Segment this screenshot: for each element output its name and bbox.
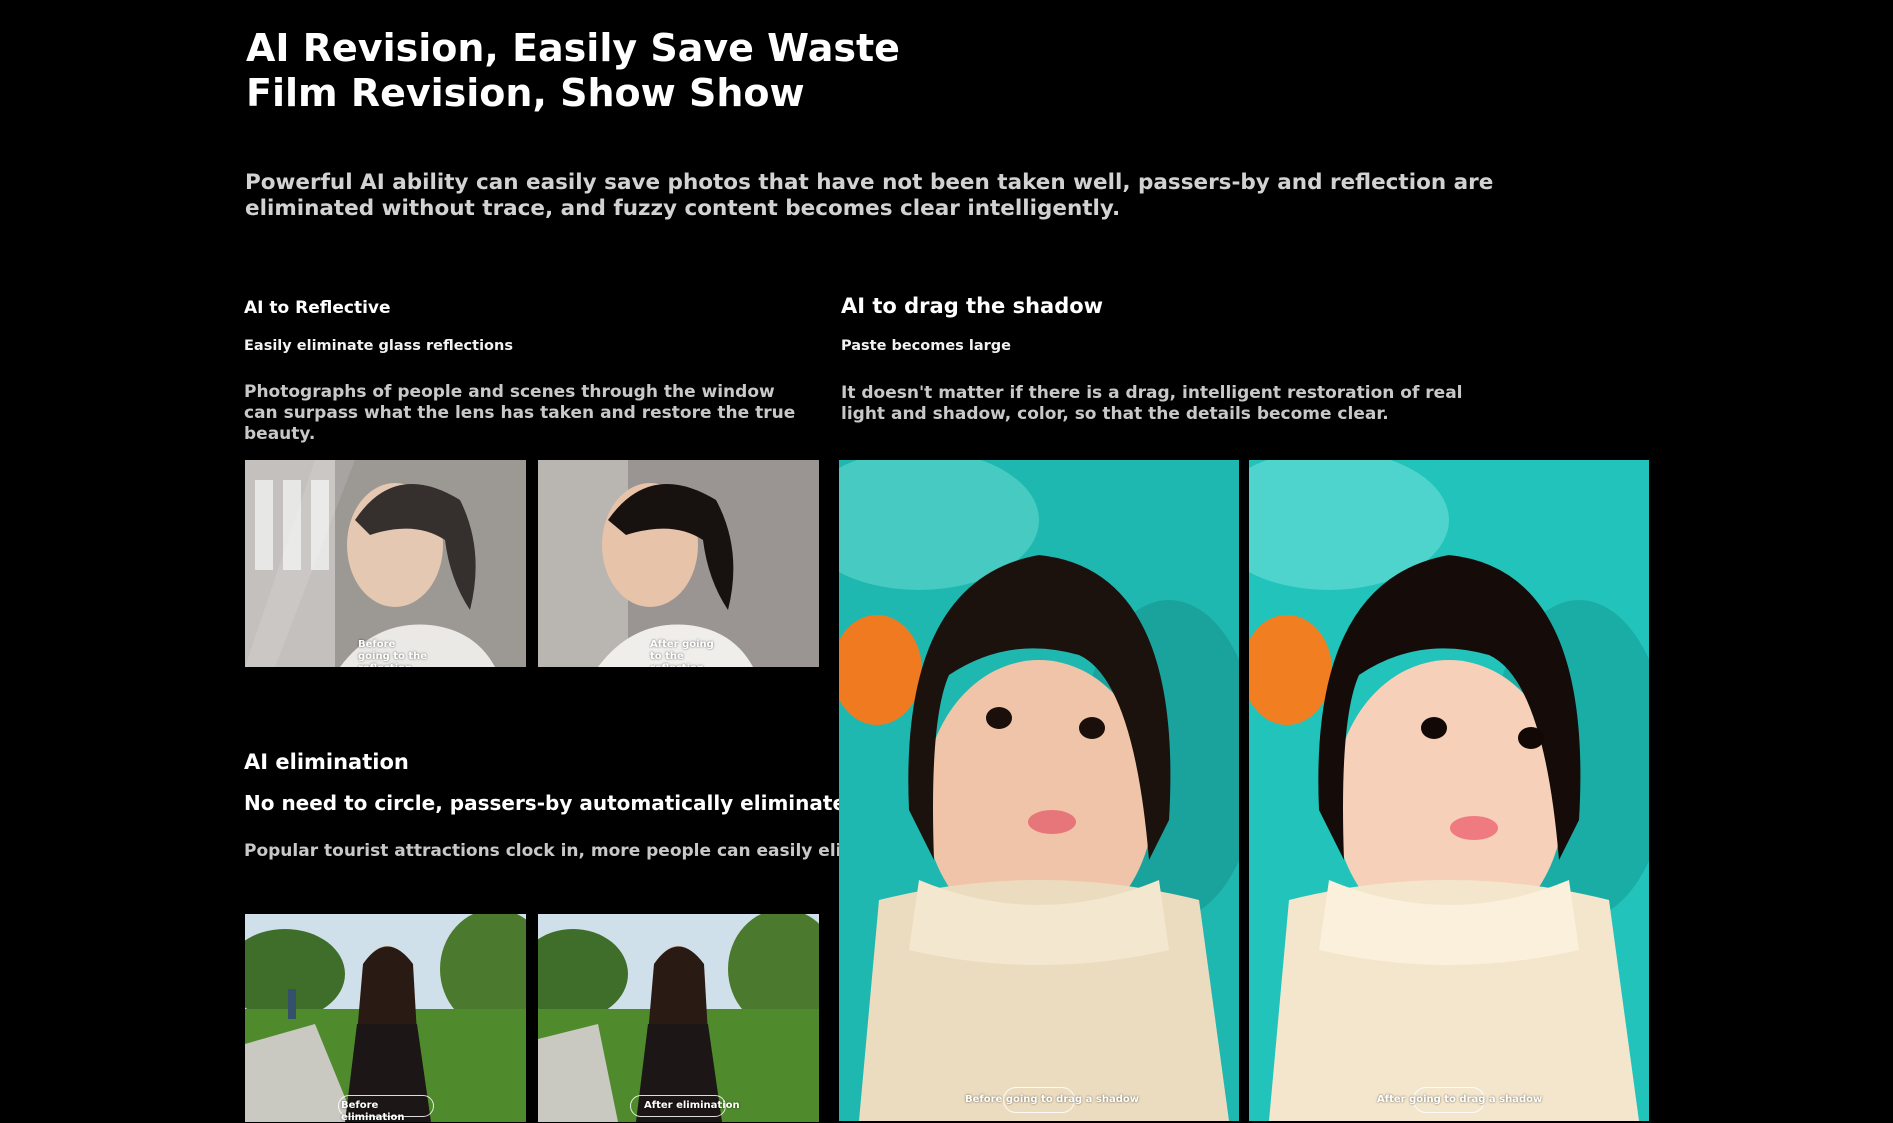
reflective-heading: AI to Reflective: [244, 298, 391, 318]
shadow-after-caption: After going to drag a shadow: [1377, 1094, 1543, 1105]
reflective-description: Photographs of people and scenes through…: [244, 382, 796, 444]
shadow-heading: AI to drag the shadow: [841, 294, 1104, 318]
shadow-subheading: Paste becomes large: [841, 338, 1011, 354]
shadow-description: It doesn't matter if there is a drag, in…: [841, 383, 1463, 424]
shadow-before-image: Before going to drag a shadow: [839, 460, 1239, 1121]
intro-paragraph: Powerful AI ability can easily save phot…: [245, 170, 1494, 221]
reflective-after-caption: After going to the reflection: [650, 639, 714, 667]
elimination-subheading: No need to circle, passers-by automatica…: [244, 791, 847, 815]
elimination-before-image: Before elimination: [245, 914, 526, 1122]
page-title: AI Revision, Easily Save Waste Film Revi…: [246, 26, 900, 116]
shadow-after-image: After going to drag a shadow: [1249, 460, 1649, 1121]
reflective-before-caption: Before going to the reflection: [358, 639, 428, 667]
reflective-after-image: After going to the reflection: [538, 460, 819, 667]
shadow-before-caption: Before going to drag a shadow: [965, 1094, 1139, 1105]
elimination-after-caption: After elimination: [644, 1100, 740, 1111]
elimination-before-caption: Before elimination: [341, 1100, 405, 1122]
title-line-2: Film Revision, Show Show: [246, 71, 805, 115]
reflective-before-image: Before going to the reflection: [245, 460, 526, 667]
elimination-description: Popular tourist attractions clock in, mo…: [244, 841, 915, 861]
elimination-heading: AI elimination: [244, 750, 409, 774]
title-line-1: AI Revision, Easily Save Waste: [246, 26, 900, 70]
reflective-subheading: Easily eliminate glass reflections: [244, 338, 513, 354]
elimination-after-image: After elimination: [538, 914, 819, 1122]
